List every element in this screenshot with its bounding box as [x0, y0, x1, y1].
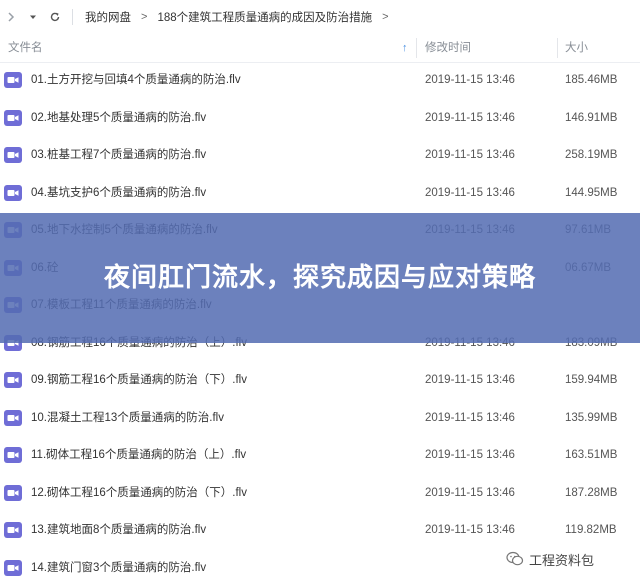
- watermark: 工程资料包: [500, 544, 600, 574]
- file-size: 146.91MB: [565, 100, 617, 138]
- file-row[interactable]: 01.土方开挖与回填4个质量通病的防治.flv 2019-11-15 13:46 1…: [0, 62, 640, 100]
- file-modified-time: 2019-11-15 13:46: [425, 437, 515, 475]
- overlay-banner: 夜间肛门流水，探究成因与应对策略: [0, 213, 640, 343]
- file-size: 187.28MB: [565, 475, 617, 513]
- breadcrumb-separator: >: [135, 11, 153, 23]
- column-divider[interactable]: [416, 38, 417, 58]
- file-name[interactable]: 14.建筑门窗3个质量通病的防治.flv: [31, 550, 206, 587]
- column-header-modified[interactable]: 修改时间: [425, 34, 471, 62]
- video-file-icon: [4, 110, 22, 126]
- file-modified-time: 2019-11-15 13:46: [425, 100, 515, 138]
- breadcrumb-current[interactable]: 188个建筑工程质量通病的成因及防治措施: [153, 9, 376, 25]
- column-header-size[interactable]: 大小: [565, 34, 588, 62]
- video-file-icon: [4, 560, 22, 576]
- video-file-icon: [4, 147, 22, 163]
- refresh-icon: [49, 11, 61, 23]
- file-size: 144.95MB: [565, 175, 617, 213]
- file-row[interactable]: 09.钢筋工程16个质量通病的防治（下）.flv 2019-11-15 13:46…: [0, 362, 640, 400]
- refresh-button[interactable]: [44, 0, 66, 34]
- file-list-header: 文件名 ↑ 修改时间 大小: [0, 34, 640, 63]
- sort-ascending-icon[interactable]: ↑: [402, 34, 408, 62]
- history-dropdown-button[interactable]: [22, 0, 44, 34]
- banner-title: 夜间肛门流水，探究成因与应对策略: [60, 258, 580, 298]
- file-modified-time: 2019-11-15 13:46: [425, 62, 515, 100]
- toolbar: 我的网盘 > 188个建筑工程质量通病的成因及防治措施 >: [0, 0, 640, 35]
- toolbar-divider: [72, 9, 73, 25]
- file-name[interactable]: 04.基坑支护6个质量通病的防治.flv: [31, 175, 206, 213]
- file-name[interactable]: 10.混凝土工程13个质量通病的防治.flv: [31, 400, 224, 438]
- watermark-text: 工程资料包: [529, 550, 594, 569]
- video-file-icon: [4, 485, 22, 501]
- file-row[interactable]: 12.砌体工程16个质量通病的防治（下）.flv 2019-11-15 13:46…: [0, 475, 640, 513]
- file-name[interactable]: 02.地基处理5个质量通病的防治.flv: [31, 100, 206, 138]
- video-file-icon: [4, 410, 22, 426]
- file-size: 135.99MB: [565, 400, 617, 438]
- file-name[interactable]: 13.建筑地面8个质量通病的防治.flv: [31, 512, 206, 550]
- breadcrumb-root[interactable]: 我的网盘: [81, 9, 135, 25]
- file-row[interactable]: 03.桩基工程7个质量通病的防治.flv 2019-11-15 13:46 258.…: [0, 137, 640, 175]
- chevron-down-icon: [27, 11, 39, 23]
- video-file-icon: [4, 185, 22, 201]
- file-modified-time: 2019-11-15 13:46: [425, 175, 515, 213]
- file-name[interactable]: 11.砌体工程16个质量通病的防治（上）.flv: [31, 437, 246, 475]
- file-size: 258.19MB: [565, 137, 617, 175]
- video-file-icon: [4, 372, 22, 388]
- file-row[interactable]: 02.地基处理5个质量通病的防治.flv 2019-11-15 13:46 146.…: [0, 100, 640, 138]
- file-row[interactable]: 11.砌体工程16个质量通病的防治（上）.flv 2019-11-15 13:46…: [0, 437, 640, 475]
- file-size: 159.94MB: [565, 362, 617, 400]
- wechat-icon: [506, 551, 524, 567]
- breadcrumb-trailing-separator: >: [376, 11, 394, 23]
- video-file-icon: [4, 72, 22, 88]
- column-divider[interactable]: [557, 38, 558, 58]
- chevron-right-icon: [5, 11, 17, 23]
- file-modified-time: 2019-11-15 13:46: [425, 475, 515, 513]
- file-modified-time: 2019-11-15 13:46: [425, 137, 515, 175]
- file-name[interactable]: 01.土方开挖与回填4个质量通病的防治.flv: [31, 62, 241, 100]
- file-row[interactable]: 04.基坑支护6个质量通病的防治.flv 2019-11-15 13:46 144.…: [0, 175, 640, 213]
- file-name[interactable]: 12.砌体工程16个质量通病的防治（下）.flv: [31, 475, 247, 513]
- column-header-name[interactable]: 文件名: [8, 34, 43, 62]
- file-size: 185.46MB: [565, 62, 617, 100]
- forward-button[interactable]: [0, 0, 22, 34]
- file-modified-time: 2019-11-15 13:46: [425, 400, 515, 438]
- video-file-icon: [4, 522, 22, 538]
- file-name[interactable]: 09.钢筋工程16个质量通病的防治（下）.flv: [31, 362, 247, 400]
- video-file-icon: [4, 447, 22, 463]
- file-size: 163.51MB: [565, 437, 617, 475]
- file-name[interactable]: 03.桩基工程7个质量通病的防治.flv: [31, 137, 206, 175]
- file-row[interactable]: 10.混凝土工程13个质量通病的防治.flv 2019-11-15 13:46 13…: [0, 400, 640, 438]
- file-modified-time: 2019-11-15 13:46: [425, 362, 515, 400]
